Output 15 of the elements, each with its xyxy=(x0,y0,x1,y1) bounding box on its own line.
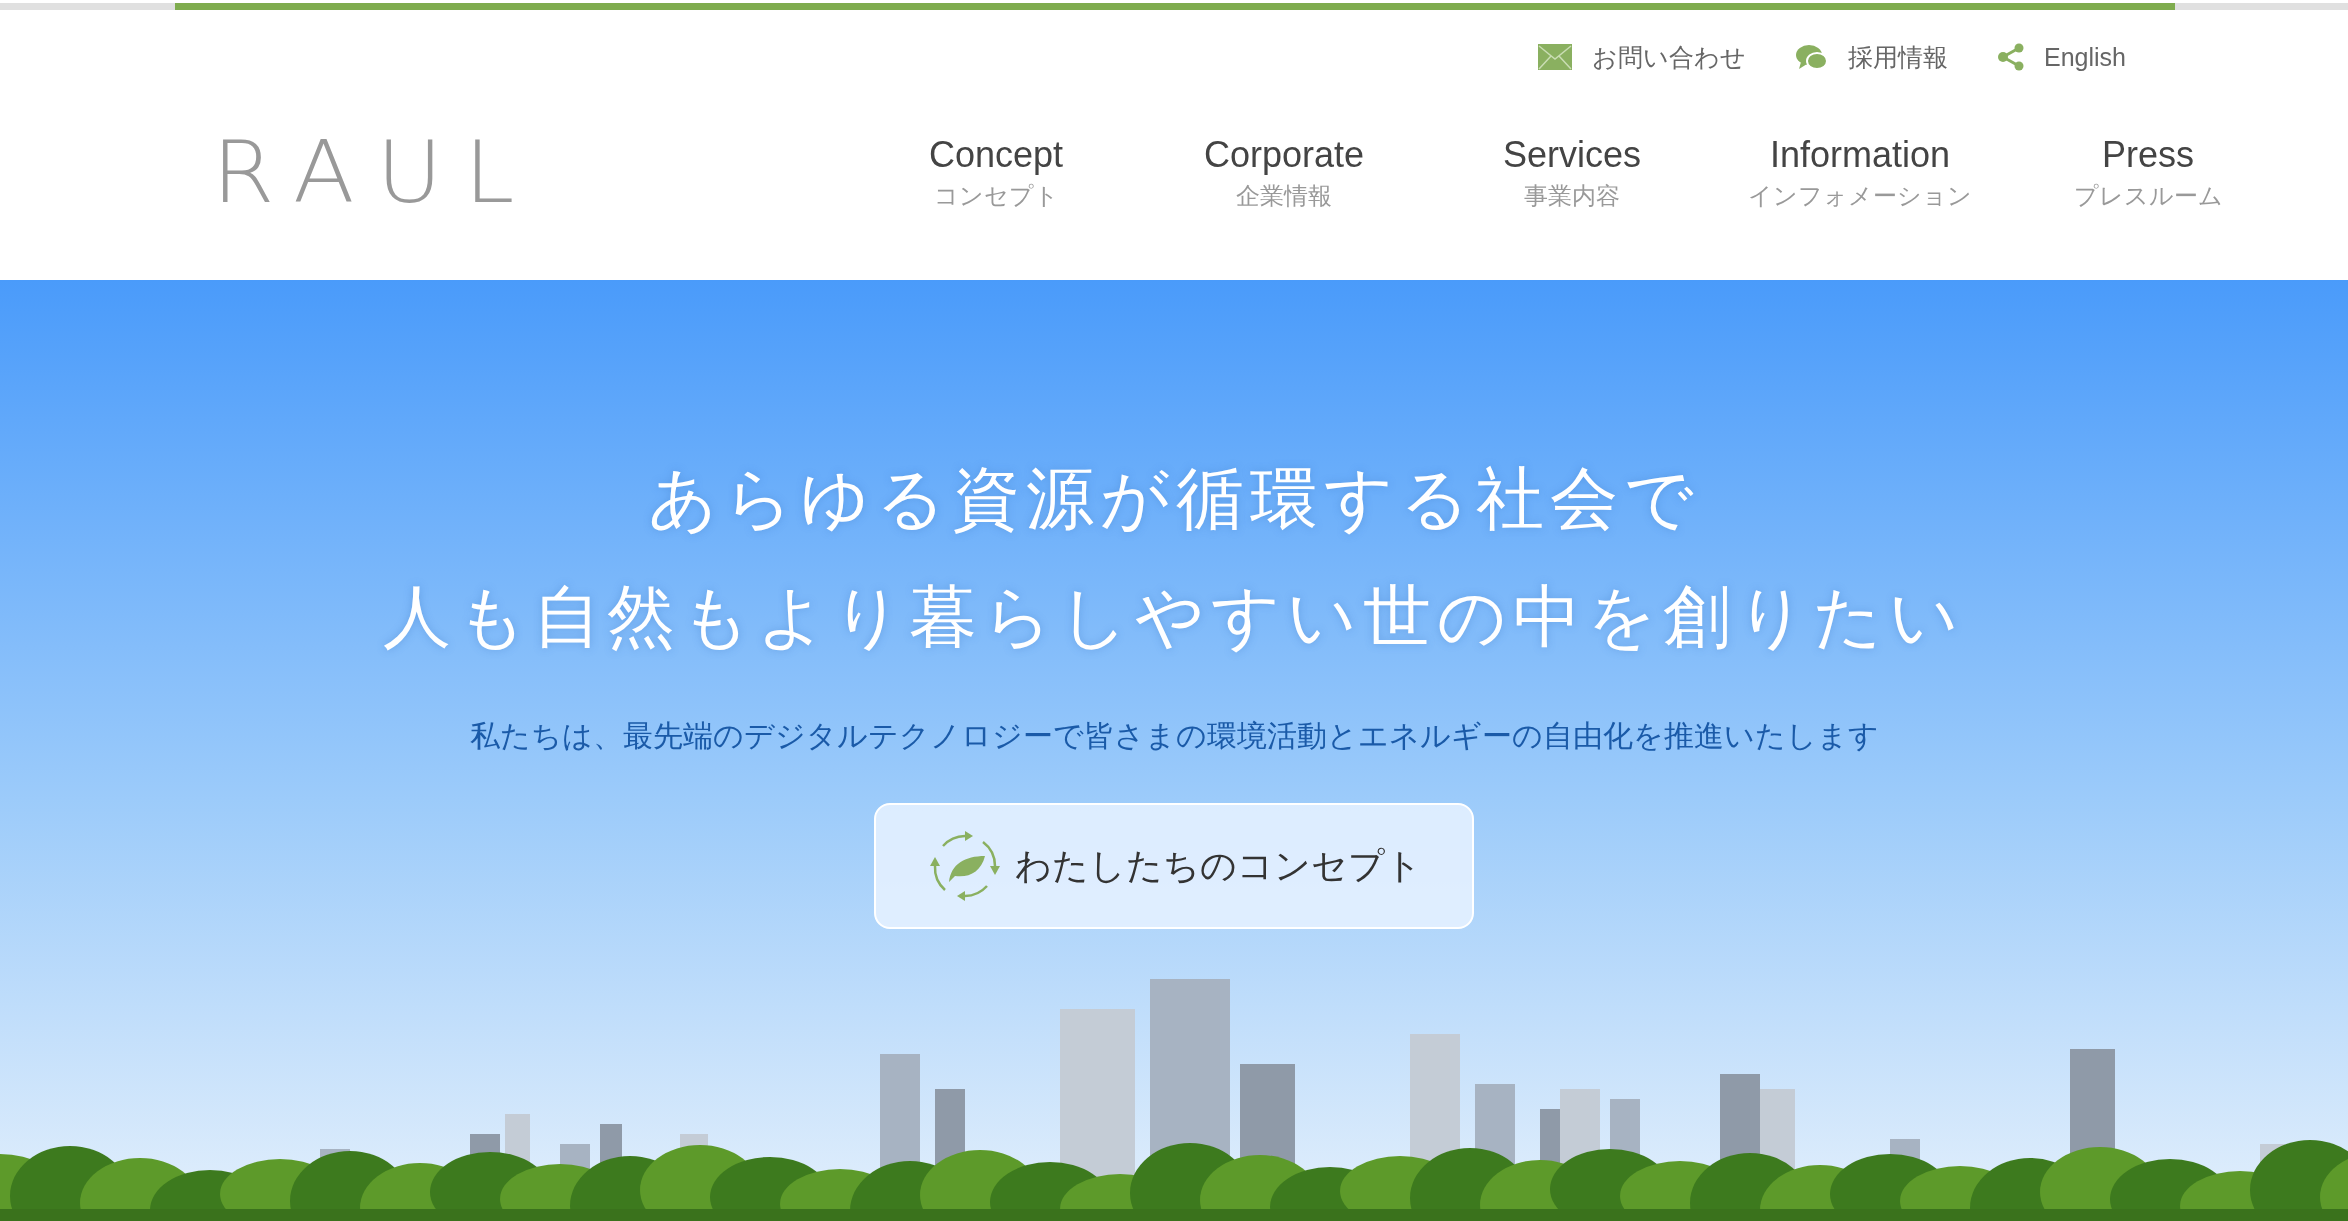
nav-link[interactable]: Press プレスルーム xyxy=(2004,134,2292,212)
header-link[interactable]: English xyxy=(1998,42,2126,72)
header-link[interactable]: お問い合わせ xyxy=(1538,40,1746,74)
headline: 人も自然もより暮らしやすい世の中を創りたい xyxy=(383,576,1965,658)
headline: あらゆる資源が循環する社会で xyxy=(647,458,1701,540)
share-icon xyxy=(1998,43,2024,71)
envelope-icon xyxy=(1538,44,1572,70)
nav-link[interactable]: Corporate 企業情報 xyxy=(1140,134,1428,212)
nav-link[interactable]: Services 事業内容 xyxy=(1428,134,1716,212)
nav-link[interactable]: Concept コンセプト xyxy=(852,134,1140,212)
concept-button[interactable]: わたしたちのコンセプト xyxy=(874,803,1474,929)
speech-bubbles-icon xyxy=(1796,44,1828,70)
nav-link[interactable]: Information インフォメーション xyxy=(1716,134,2004,212)
tagline: 私たちは、最先端のデジタルテクノロジーで皆さまの環境活動とエネルギーの自由化を推進いたします xyxy=(469,718,1879,754)
header-link[interactable]: 採用情報 xyxy=(1796,40,1948,74)
